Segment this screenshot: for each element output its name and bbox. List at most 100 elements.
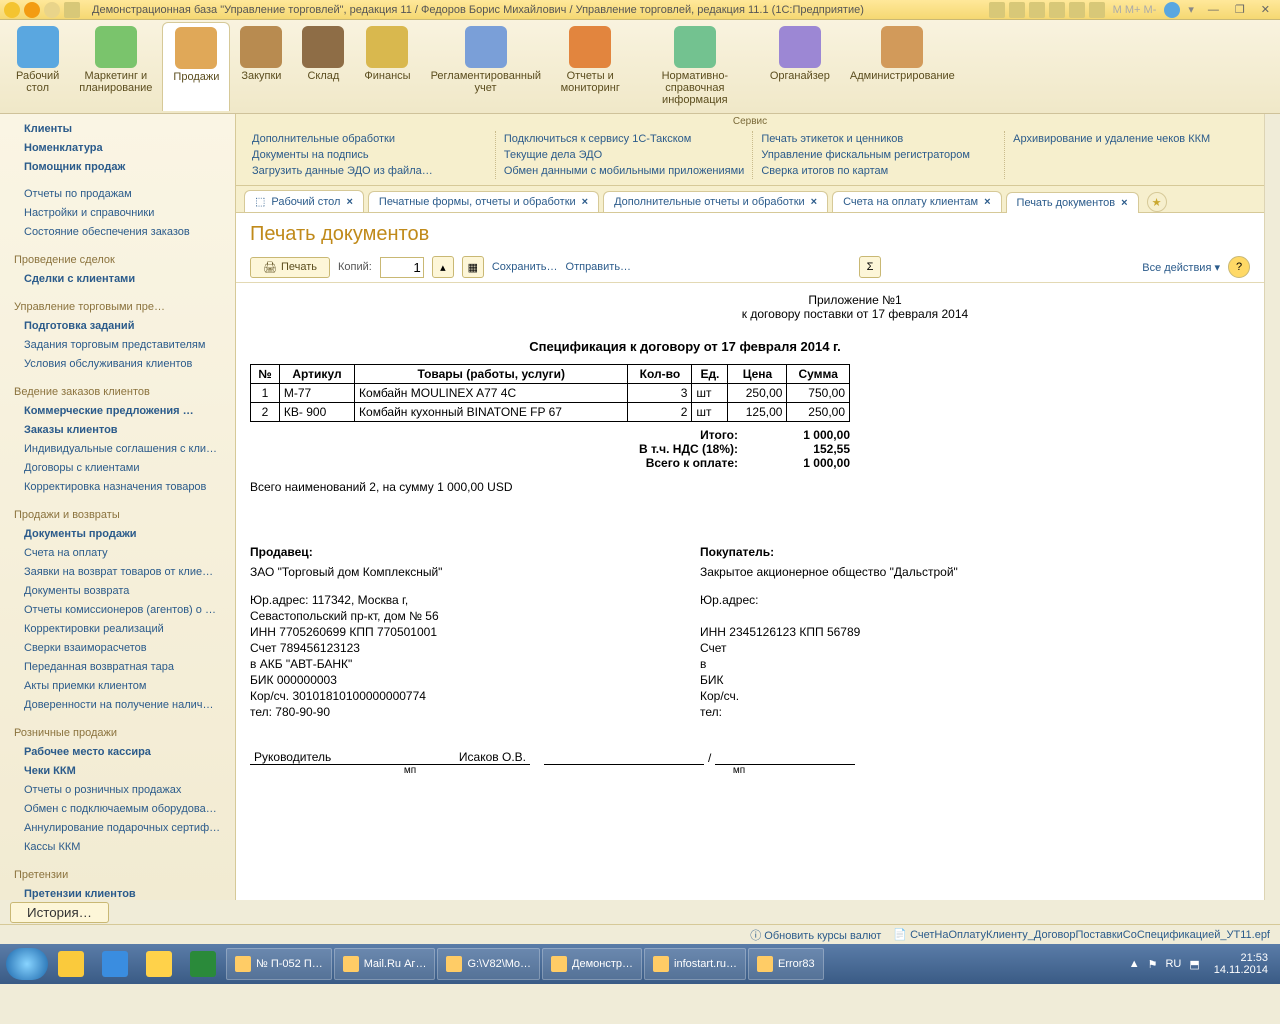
- sidebar-item[interactable]: Условия обслуживания клиентов: [0, 355, 235, 374]
- tab-close-icon[interactable]: ×: [1121, 197, 1127, 209]
- taskbar-task[interactable]: G:\V82\Mo…: [437, 948, 540, 980]
- sidebar-item[interactable]: Кассы ККМ: [0, 838, 235, 857]
- sidebar-item[interactable]: Обмен с подключаемым оборудова…: [0, 800, 235, 819]
- sidebar-item[interactable]: Помощник продаж: [0, 158, 235, 177]
- sidebar-item[interactable]: Подготовка заданий: [0, 317, 235, 336]
- ribbon-section[interactable]: Органайзер: [760, 22, 840, 111]
- scrollbar[interactable]: [1264, 114, 1280, 900]
- refresh-rates-link[interactable]: ⓘ Обновить курсы валют: [750, 927, 881, 943]
- sidebar-item[interactable]: Чеки ККМ: [0, 762, 235, 781]
- tool-icon[interactable]: [1009, 2, 1025, 18]
- sidebar-item[interactable]: Аннулирование подарочных сертиф…: [0, 819, 235, 838]
- system-tray[interactable]: ▲ ⚑ RU ⬒ 21:5314.11.2014: [1129, 952, 1274, 976]
- ribbon-section[interactable]: Склад: [292, 22, 354, 111]
- all-actions-button[interactable]: Все действия ▾: [1142, 261, 1220, 274]
- sidebar-item[interactable]: Заказы клиентов: [0, 421, 235, 440]
- sidebar-item[interactable]: Индивидуальные соглашения с кли…: [0, 440, 235, 459]
- ribbon-section[interactable]: Маркетинг ипланирование: [69, 22, 162, 111]
- send-button[interactable]: Отправить…: [566, 261, 632, 273]
- tab[interactable]: Дополнительные отчеты и обработки×: [603, 191, 828, 212]
- nav-back-icon[interactable]: [24, 2, 40, 18]
- tab[interactable]: Печатные формы, отчеты и обработки×: [368, 191, 599, 212]
- pinned-app[interactable]: [94, 948, 136, 980]
- m-buttons[interactable]: M M+ M-: [1109, 4, 1161, 16]
- sidebar-item[interactable]: Сверки взаиморасчетов: [0, 639, 235, 658]
- favorite-icon[interactable]: ★: [1147, 192, 1167, 212]
- ribbon-section[interactable]: Регламентированныйучет: [421, 22, 551, 111]
- service-link[interactable]: Дополнительные обработки: [252, 131, 487, 147]
- tab[interactable]: ⬚Рабочий стол×: [244, 190, 364, 212]
- clock[interactable]: 21:5314.11.2014: [1208, 952, 1274, 976]
- tool-icon[interactable]: [1029, 2, 1045, 18]
- sidebar-item[interactable]: Настройки и справочники: [0, 204, 235, 223]
- tab-close-icon[interactable]: ×: [346, 196, 352, 208]
- ribbon-section[interactable]: Администрирование: [840, 22, 965, 111]
- lang-indicator[interactable]: RU: [1165, 958, 1181, 970]
- sidebar-item[interactable]: Счета на оплату: [0, 544, 235, 563]
- sidebar-item[interactable]: Отчеты по продажам: [0, 185, 235, 204]
- sidebar-item[interactable]: Состояние обеспечения заказов: [0, 223, 235, 242]
- ribbon-section[interactable]: Закупки: [230, 22, 292, 111]
- help-icon[interactable]: ?: [1228, 256, 1250, 278]
- document-viewport[interactable]: Приложение №1 к договору поставки от 17 …: [236, 283, 1264, 900]
- sidebar-item[interactable]: Договоры с клиентами: [0, 459, 235, 478]
- sidebar-item[interactable]: Корректировка назначения товаров: [0, 478, 235, 497]
- sidebar-item[interactable]: Заявки на возврат товаров от клие…: [0, 563, 235, 582]
- tool-icon[interactable]: [1069, 2, 1085, 18]
- service-link[interactable]: Сверка итогов по картам: [761, 163, 996, 179]
- start-button[interactable]: [6, 948, 48, 980]
- taskbar-task[interactable]: infostart.ru…: [644, 948, 746, 980]
- sidebar-item[interactable]: Претензии клиентов: [0, 885, 235, 900]
- service-link[interactable]: Подключиться к сервису 1С-Такском: [504, 131, 744, 147]
- sidebar-item[interactable]: Клиенты: [0, 120, 235, 139]
- sidebar-item[interactable]: Доверенности на получение налич…: [0, 696, 235, 715]
- pinned-app[interactable]: [50, 948, 92, 980]
- service-link[interactable]: Загрузить данные ЭДО из файла…: [252, 163, 487, 179]
- tab-close-icon[interactable]: ×: [984, 196, 990, 208]
- close-button[interactable]: ✕: [1255, 3, 1276, 16]
- flag-icon[interactable]: ⚑: [1148, 958, 1158, 971]
- minimize-button[interactable]: —: [1202, 4, 1225, 16]
- ribbon-section[interactable]: Рабочийстол: [6, 22, 69, 111]
- pinned-app[interactable]: [138, 948, 180, 980]
- copies-stepper[interactable]: ▴: [432, 256, 454, 278]
- help-icon[interactable]: [1164, 2, 1180, 18]
- taskbar-task[interactable]: Error83: [748, 948, 824, 980]
- taskbar-task[interactable]: Демонстр…: [542, 948, 642, 980]
- tray-icon[interactable]: ▲: [1129, 958, 1140, 970]
- history-button[interactable]: История…: [10, 902, 109, 923]
- service-link[interactable]: Документы на подпись: [252, 147, 487, 163]
- sidebar-item[interactable]: Переданная возвратная тара: [0, 658, 235, 677]
- sidebar-item[interactable]: Документы возврата: [0, 582, 235, 601]
- maximize-button[interactable]: ❐: [1229, 3, 1251, 16]
- pinned-app[interactable]: [182, 948, 224, 980]
- tab[interactable]: Печать документов×: [1006, 192, 1139, 213]
- service-link[interactable]: Печать этикеток и ценников: [761, 131, 996, 147]
- status-file[interactable]: 📄 СчетНаОплатуКлиенту_ДоговорПоставкиСоС…: [893, 928, 1270, 941]
- sidebar-item[interactable]: Сделки с клиентами: [0, 270, 235, 289]
- nav-fwd-icon[interactable]: [44, 2, 60, 18]
- sum-button[interactable]: Σ: [859, 256, 881, 278]
- fav-icon[interactable]: [64, 2, 80, 18]
- ribbon-section[interactable]: Отчеты имониторинг: [551, 22, 630, 111]
- sidebar-item[interactable]: Отчеты комиссионеров (агентов) о …: [0, 601, 235, 620]
- tool-icon[interactable]: [989, 2, 1005, 18]
- sidebar-item[interactable]: Документы продажи: [0, 525, 235, 544]
- taskbar-task[interactable]: № П-052 П…: [226, 948, 332, 980]
- sidebar-item[interactable]: Номенклатура: [0, 139, 235, 158]
- ribbon-section[interactable]: Продажи: [162, 22, 230, 111]
- service-link[interactable]: Текущие дела ЭДО: [504, 147, 744, 163]
- print-button[interactable]: 🖨 Печать: [250, 257, 330, 278]
- save-button[interactable]: Сохранить…: [492, 261, 558, 273]
- tab-close-icon[interactable]: ×: [582, 196, 588, 208]
- sidebar-item[interactable]: Отчеты о розничных продажах: [0, 781, 235, 800]
- tab[interactable]: Счета на оплату клиентам×: [832, 191, 1001, 212]
- sidebar-item[interactable]: Рабочее место кассира: [0, 743, 235, 762]
- tray-icon[interactable]: ⬒: [1189, 958, 1199, 971]
- copies-input[interactable]: [380, 257, 424, 278]
- service-link[interactable]: Управление фискальным регистратором: [761, 147, 996, 163]
- template-button[interactable]: ▦: [462, 256, 484, 278]
- taskbar-task[interactable]: Mail.Ru Аг…: [334, 948, 436, 980]
- sidebar-item[interactable]: Задания торговым представителям: [0, 336, 235, 355]
- dropdown-icon[interactable]: ▾: [1184, 3, 1198, 16]
